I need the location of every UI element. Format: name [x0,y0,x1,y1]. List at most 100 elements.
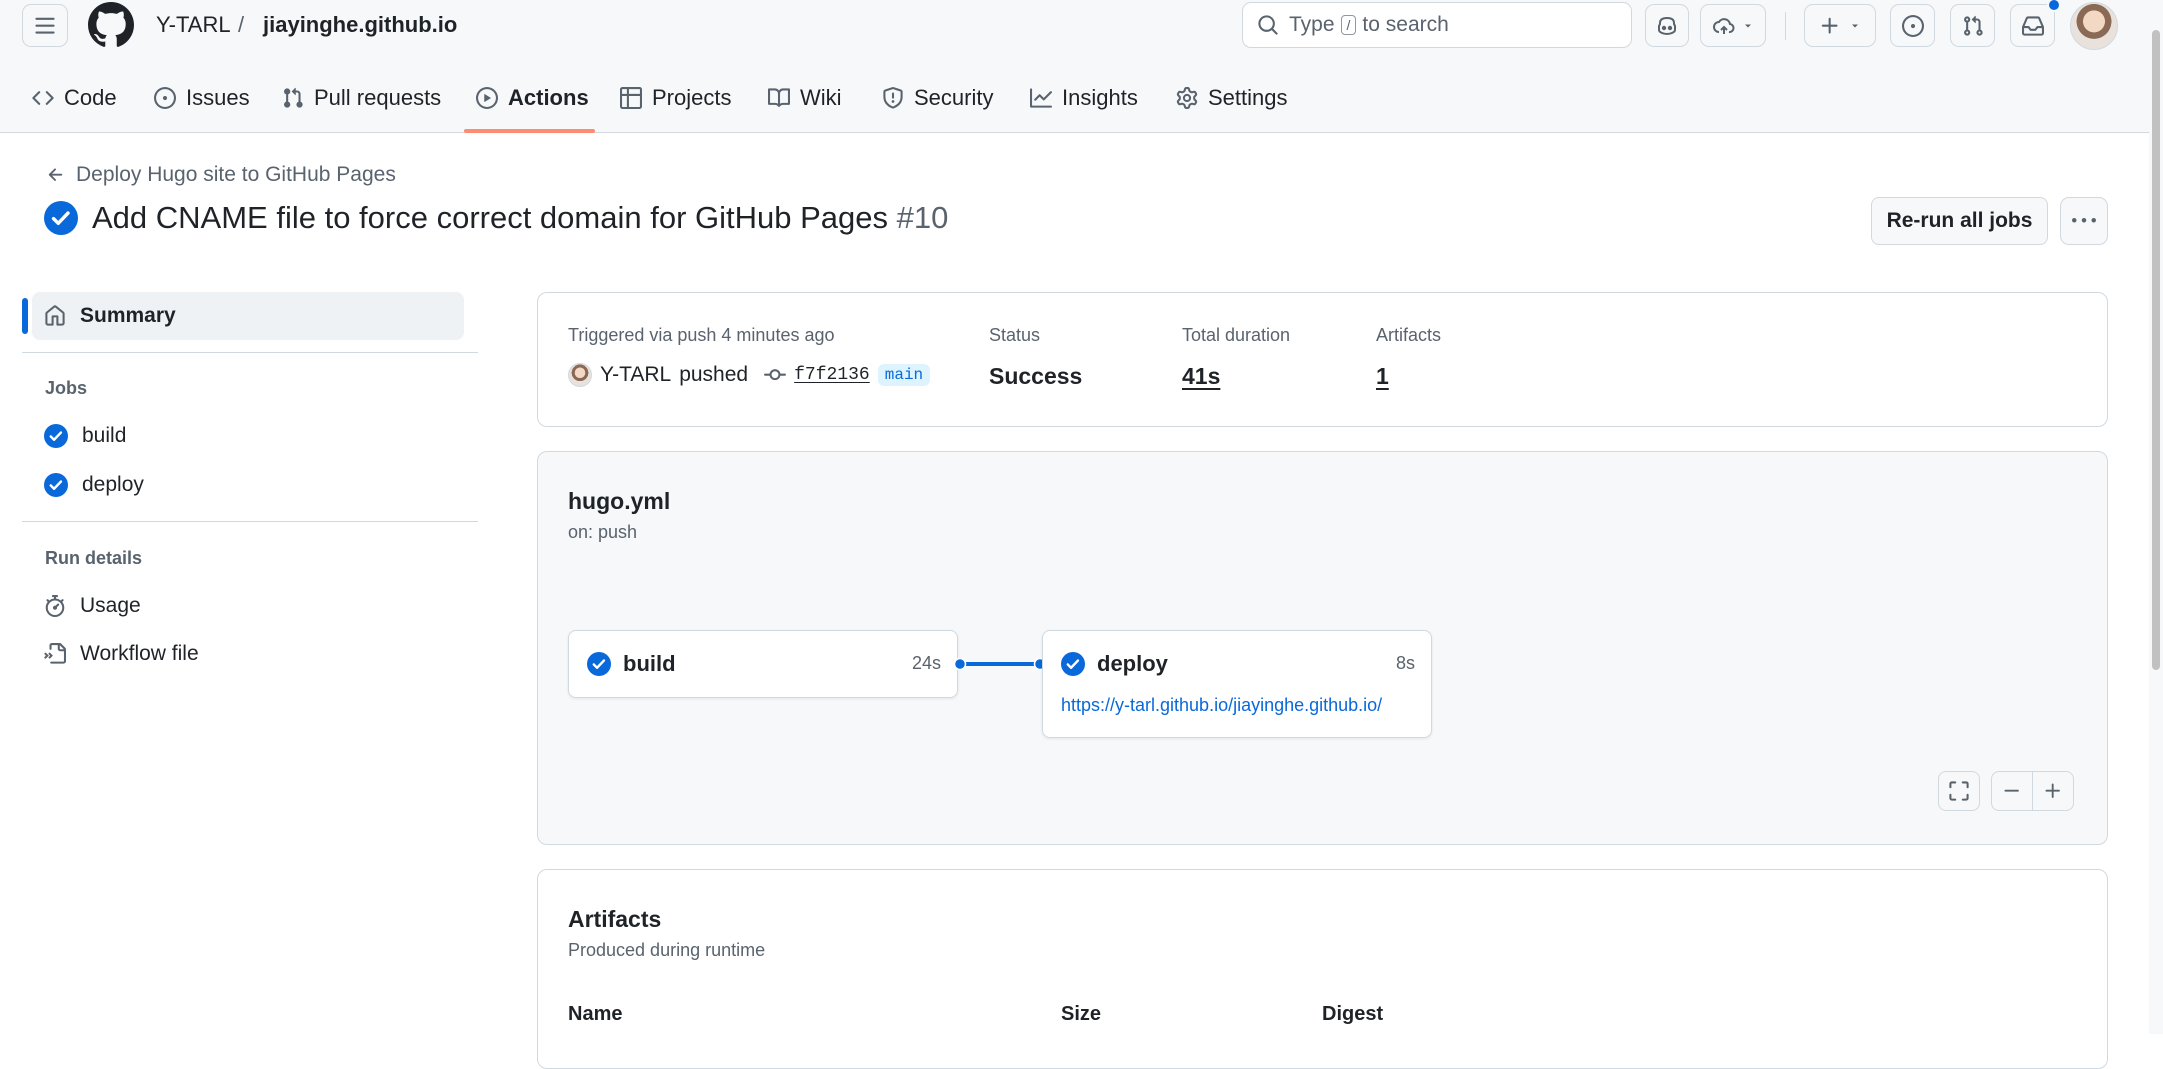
play-icon [476,87,498,109]
job-node-deploy-name: deploy [1097,651,1168,676]
workflow-file-name: hugo.yml [568,488,671,514]
workflow-trigger: on: push [568,522,638,542]
job-node-build[interactable]: build 24s [568,630,958,698]
hamburger-icon [34,15,56,37]
check-circle-fill-icon [1061,652,1085,676]
tab-code[interactable]: Code [24,78,125,118]
git-pull-request-icon [1962,15,1984,37]
artifacts-subtitle: Produced during runtime [568,940,766,960]
trigger-label: Triggered via push 4 minutes ago [568,325,835,345]
sidebar-item-deploy[interactable]: deploy [44,473,144,497]
tab-issues[interactable]: Issues [146,78,258,118]
fullscreen-button[interactable] [1938,771,1980,811]
tab-insights[interactable]: Insights [1022,78,1146,118]
commit-sha-link[interactable]: f7f2136 [794,365,870,385]
actor-avatar[interactable] [568,363,592,387]
run-title: Add CNAME file to force correct domain f… [92,200,948,236]
header-divider [1785,12,1786,40]
back-to-workflow-link[interactable]: Deploy Hugo site to GitHub Pages [46,163,396,187]
create-new-button[interactable] [1804,4,1876,47]
status-value: Success [989,363,1083,389]
active-item-indicator [22,298,28,334]
your-issues-button[interactable] [1890,4,1935,47]
search-placeholder-prefix: Type [1289,13,1335,36]
page-scrollbar-thumb[interactable] [2152,30,2160,670]
run-details-heading: Run details [45,548,143,568]
tab-security-label: Security [914,85,994,110]
tab-actions-label: Actions [508,85,589,110]
duration-label: Total duration [1182,325,1291,345]
more-options-button[interactable] [2060,197,2108,245]
sidebar-item-workflow-file[interactable]: Workflow file [44,642,199,666]
file-code-icon [44,643,66,665]
github-logo-icon[interactable] [88,2,134,48]
check-circle-fill-icon [44,473,68,497]
tab-actions[interactable]: Actions [468,78,597,118]
sidebar-divider [22,352,478,353]
header-top-row: Y-TARL / jiayinghe.github.io Type / to s… [0,0,2163,52]
artifacts-count-value[interactable]: 1 [1376,363,1389,390]
breadcrumb-owner-link[interactable]: Y-TARL [156,12,231,38]
tab-pull-requests-label: Pull requests [314,85,442,110]
open-menu-button[interactable] [22,4,68,47]
active-tab-underline [464,129,595,133]
sidebar-item-usage[interactable]: Usage [44,594,141,618]
artifacts-column-digest: Digest [1322,1003,1384,1025]
arrow-left-icon [46,165,66,185]
deployment-url-link[interactable]: https://y-tarl.github.io/jiayinghe.githu… [1061,695,1382,716]
job-node-build-header: build [587,651,676,677]
book-icon [768,87,790,109]
table-icon [620,87,642,109]
rerun-all-jobs-button[interactable]: Re-run all jobs [1871,197,2048,245]
tab-projects[interactable]: Projects [612,78,739,118]
branch-badge[interactable]: main [877,364,931,386]
back-link-label: Deploy Hugo site to GitHub Pages [76,163,396,186]
tab-wiki-label: Wiki [800,85,842,110]
duration-value[interactable]: 41s [1182,363,1220,390]
sidebar-item-summary[interactable]: Summary [32,292,464,340]
tab-security[interactable]: Security [874,78,1001,118]
breadcrumb-repo-link[interactable]: jiayinghe.github.io [263,12,457,38]
git-pull-request-icon [282,87,304,109]
sidebar-item-usage-label: Usage [80,594,141,617]
tab-projects-label: Projects [652,85,732,110]
inbox-icon [2021,15,2044,37]
home-icon [44,305,66,327]
job-node-build-duration: 24s [911,653,941,673]
gear-icon [1176,87,1198,109]
status-label: Status [989,325,1041,345]
chevron-down-icon [1849,20,1861,32]
kebab-horizontal-icon [2072,209,2096,233]
zoom-in-button[interactable] [2032,771,2074,811]
copilot-button[interactable] [1645,4,1689,47]
run-number: #10 [896,200,949,235]
sidebar-item-build[interactable]: build [44,424,126,448]
workflow-graph-card: hugo.yml on: push build 24s deploy 8s ht… [537,451,2108,845]
search-input[interactable]: Type / to search [1242,2,1632,48]
tab-wiki[interactable]: Wiki [760,78,850,118]
plus-icon [1819,15,1841,37]
sidebar-item-deploy-label: deploy [82,473,144,496]
search-shortcut-key: / [1340,15,1357,35]
tab-settings[interactable]: Settings [1168,78,1296,118]
artifacts-title: Artifacts [568,906,662,932]
actor-name[interactable]: Y-TARL [600,363,671,387]
job-dependency-connector [954,658,1046,670]
breadcrumb-separator: / [238,12,245,37]
search-placeholder-suffix: to search [1362,13,1449,36]
plus-icon [2043,781,2063,801]
your-pull-requests-button[interactable] [1950,4,1995,47]
user-avatar[interactable] [2070,2,2118,50]
check-circle-fill-icon [587,652,611,676]
artifacts-card: Artifacts Produced during runtime Name S… [537,869,2108,1069]
notifications-button[interactable] [2010,4,2055,47]
run-title-text: Add CNAME file to force correct domain f… [92,200,888,235]
job-node-deploy[interactable]: deploy 8s https://y-tarl.github.io/jiayi… [1042,630,1432,738]
unread-notification-dot [2047,0,2061,12]
tab-pull-requests[interactable]: Pull requests [274,78,449,118]
codespaces-button[interactable] [1700,4,1766,47]
screen-full-icon [1948,780,1970,802]
job-node-deploy-header: deploy [1061,651,1168,677]
zoom-out-button[interactable] [1991,771,2033,811]
issue-opened-icon [154,87,176,109]
